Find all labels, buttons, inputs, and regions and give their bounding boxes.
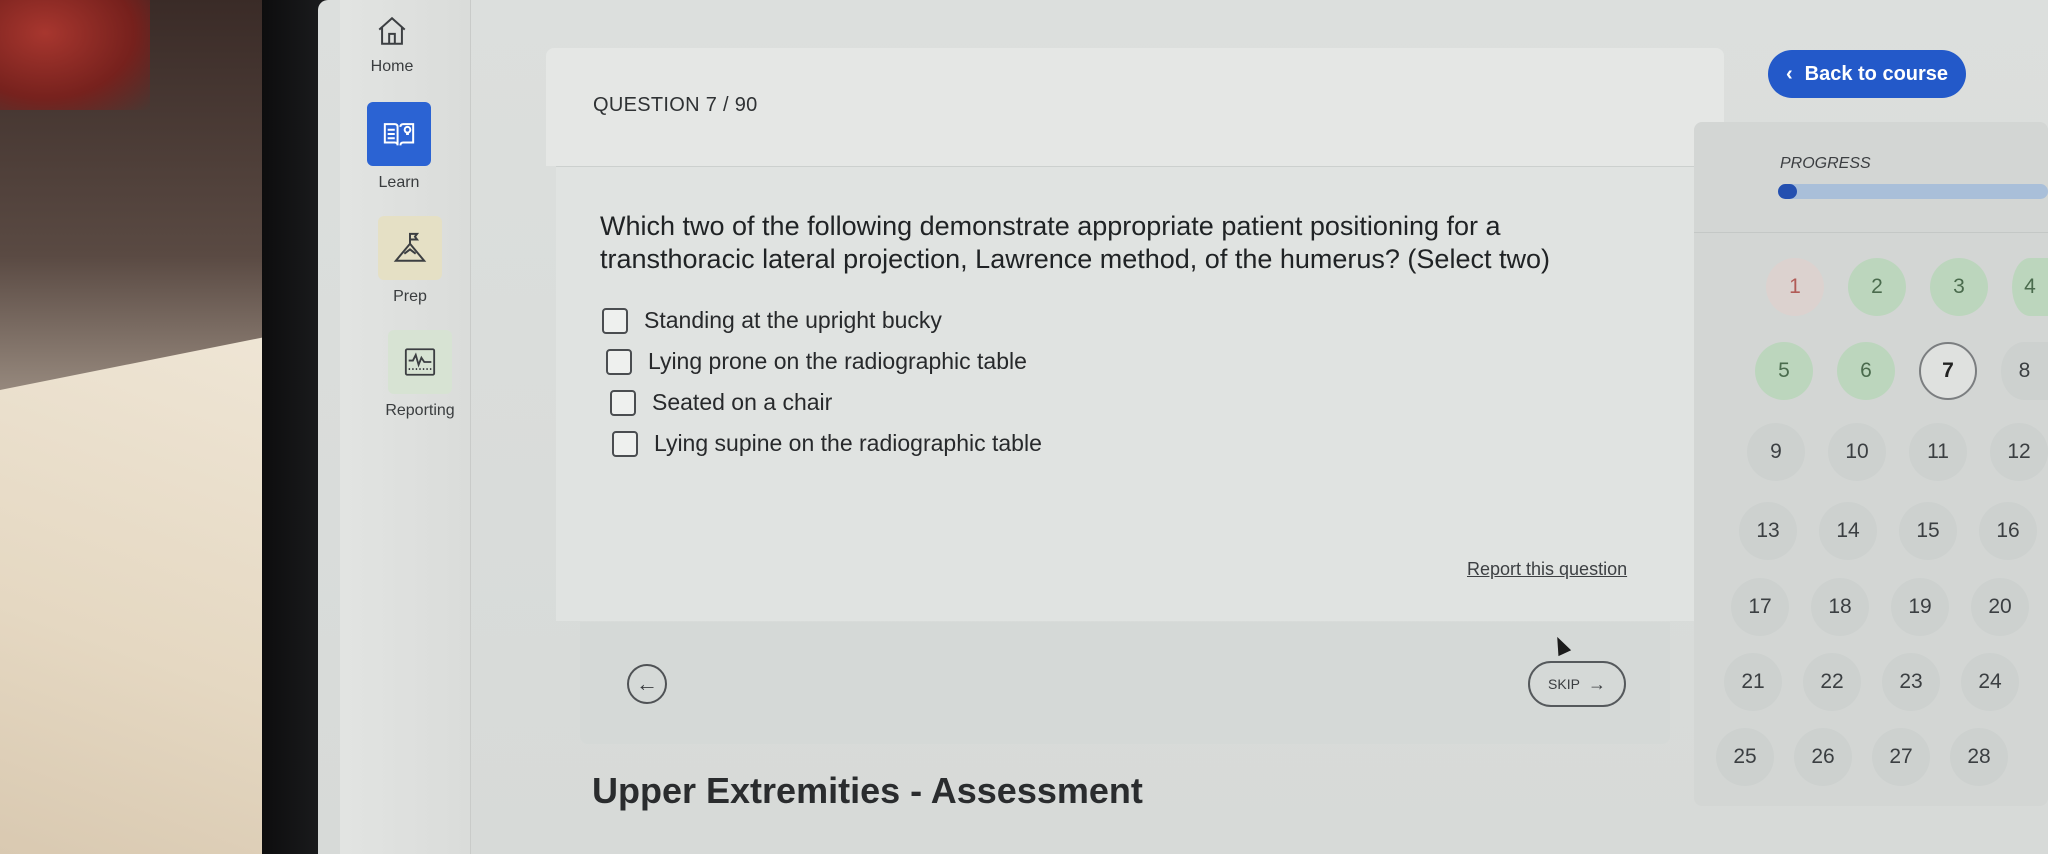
nav-label-prep: Prep	[393, 288, 427, 305]
chevron-left-icon: ‹	[1785, 62, 1793, 85]
answer-option-label: Lying supine on the radiographic table	[654, 430, 1042, 456]
question-number-25[interactable]: 25	[1716, 728, 1774, 786]
question-number-5[interactable]: 5	[1755, 342, 1813, 400]
answer-option-label: Standing at the upright bucky	[644, 307, 942, 333]
course-title: Upper Extremities - Assessment	[592, 770, 1143, 811]
question-number-24[interactable]: 24	[1961, 653, 2019, 711]
nav-label-learn: Learn	[378, 174, 420, 191]
answer-option[interactable]: Standing at the upright bucky	[602, 300, 1042, 341]
question-number-16[interactable]: 16	[1979, 502, 2037, 560]
answer-option-label: Seated on a chair	[652, 389, 833, 415]
question-number-15[interactable]: 15	[1899, 502, 1957, 560]
question-number-7[interactable]: 7	[1919, 342, 1977, 400]
back-to-course-button[interactable]: ‹ Back to course	[1768, 50, 1966, 98]
heartbeat-chart-icon	[388, 330, 452, 394]
back-to-course-label: Back to course	[1804, 62, 1949, 85]
checkbox[interactable]	[606, 348, 632, 375]
red-chair-background	[0, 0, 150, 110]
question-number-23[interactable]: 23	[1882, 653, 1940, 711]
question-number-21[interactable]: 21	[1724, 653, 1782, 711]
progress-label: PROGRESS	[1780, 155, 1871, 172]
question-number-6[interactable]: 6	[1837, 342, 1895, 400]
divider	[1694, 232, 2048, 233]
answer-option[interactable]: Seated on a chair	[610, 382, 1042, 423]
question-number-2[interactable]: 2	[1848, 258, 1906, 316]
question-number-28[interactable]: 28	[1950, 728, 2008, 786]
answer-option[interactable]: Lying supine on the radiographic table	[612, 423, 1042, 464]
question-number-17[interactable]: 17	[1731, 578, 1789, 636]
nav-item-reporting[interactable]: Reporting	[360, 330, 480, 420]
skip-button[interactable]: SKIP →	[1528, 661, 1626, 707]
question-number-22[interactable]: 22	[1803, 653, 1861, 711]
answer-option[interactable]: Lying prone on the radiographic table	[606, 341, 1042, 382]
progress-bar-fill	[1778, 184, 1797, 199]
skip-label: SKIP	[1548, 676, 1580, 692]
report-question-link[interactable]: Report this question	[1467, 559, 1627, 580]
question-number-8[interactable]: 8	[2001, 342, 2048, 400]
checkbox[interactable]	[612, 430, 638, 457]
question-card-footer	[580, 622, 1670, 744]
question-number-13[interactable]: 13	[1739, 502, 1797, 560]
question-number-20[interactable]: 20	[1971, 578, 2029, 636]
house-icon	[369, 8, 415, 54]
question-counter: QUESTION 7 / 90	[593, 94, 758, 116]
question-number-18[interactable]: 18	[1811, 578, 1869, 636]
question-number-14[interactable]: 14	[1819, 502, 1877, 560]
question-number-11[interactable]: 11	[1909, 423, 1967, 481]
question-number-12[interactable]: 12	[1990, 423, 2048, 481]
question-number-26[interactable]: 26	[1794, 728, 1852, 786]
mountain-flag-icon	[378, 216, 442, 280]
question-text: Which two of the following demonstrate a…	[600, 211, 1550, 274]
checkbox[interactable]	[602, 307, 628, 334]
nav-label-reporting: Reporting	[385, 402, 455, 419]
question-number-19[interactable]: 19	[1891, 578, 1949, 636]
question-number-3[interactable]: 3	[1930, 258, 1988, 316]
nav-item-home[interactable]: Home	[332, 8, 452, 76]
nav-item-prep[interactable]: Prep	[350, 216, 470, 306]
arrow-left-icon: ←	[636, 671, 658, 696]
checkbox[interactable]	[610, 389, 636, 416]
nav-item-learn[interactable]: Learn	[339, 102, 459, 192]
question-number-4[interactable]: 4	[2012, 258, 2048, 316]
question-number-10[interactable]: 10	[1828, 423, 1886, 481]
answer-options: Standing at the upright bucky Lying pron…	[602, 300, 1042, 464]
question-number-1[interactable]: 1	[1766, 258, 1824, 316]
progress-bar	[1778, 184, 2048, 199]
previous-question-button[interactable]: ←	[627, 664, 667, 704]
arrow-right-icon: →	[1587, 673, 1606, 694]
book-bulb-icon	[367, 102, 431, 166]
desk-surface	[0, 330, 300, 854]
question-number-9[interactable]: 9	[1747, 423, 1805, 481]
question-number-27[interactable]: 27	[1872, 728, 1930, 786]
nav-label-home: Home	[370, 58, 414, 75]
answer-option-label: Lying prone on the radiographic table	[648, 348, 1027, 374]
